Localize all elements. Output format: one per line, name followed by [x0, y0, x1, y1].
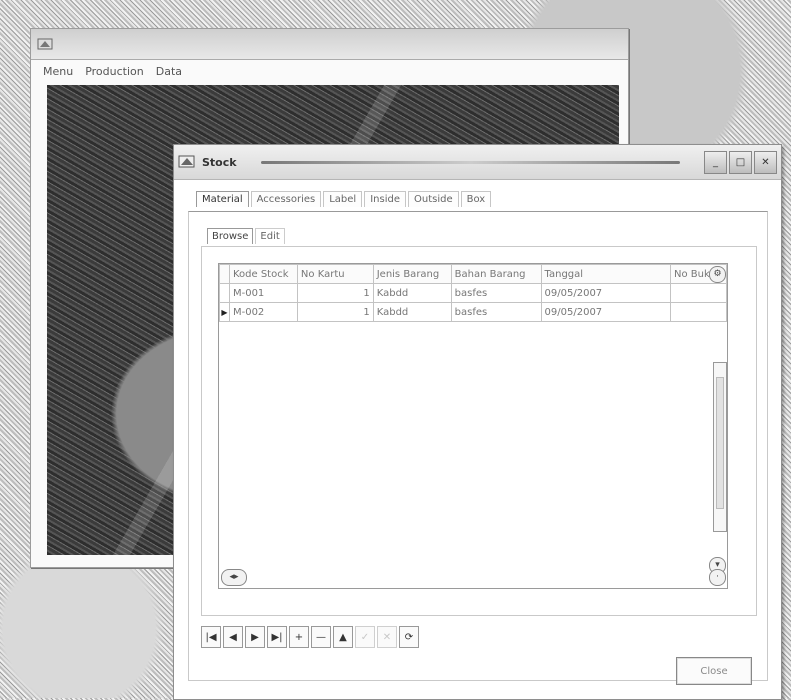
- table-header-row: Kode Stock No Kartu Jenis Barang Bahan B…: [219, 264, 727, 284]
- row-indicator-header: [219, 264, 230, 284]
- main-tabs: Material Accessories Label Inside Outsid…: [196, 191, 493, 207]
- stock-dialog: Stock _ □ ✕ Material Accessories Label I…: [173, 144, 782, 700]
- table-cell[interactable]: Kabdd: [372, 302, 452, 322]
- menubar: Menu Production Data: [31, 60, 628, 82]
- minimize-button[interactable]: _: [704, 150, 727, 174]
- table-cell[interactable]: Kabdd: [372, 283, 452, 303]
- insert-record-button[interactable]: +: [289, 626, 309, 648]
- app-icon: [178, 155, 195, 168]
- cancel-record-button[interactable]: ✕: [377, 626, 397, 648]
- last-record-button[interactable]: ▶|: [267, 626, 287, 648]
- table-cell[interactable]: M-001: [228, 283, 298, 303]
- edit-record-button[interactable]: ▲: [333, 626, 353, 648]
- table-cell[interactable]: [670, 283, 727, 303]
- menu-item-menu[interactable]: Menu: [43, 65, 73, 78]
- window-controls: _ □ ✕: [704, 150, 777, 174]
- tab-box[interactable]: Box: [460, 191, 492, 207]
- row-indicator: [219, 283, 230, 303]
- stock-grid[interactable]: Kode Stock No Kartu Jenis Barang Bahan B…: [218, 263, 728, 589]
- table-cell[interactable]: [670, 302, 727, 322]
- row-indicator: ▶: [219, 302, 230, 322]
- tab-outside[interactable]: Outside: [408, 191, 459, 207]
- refresh-button[interactable]: ⟳: [399, 626, 419, 648]
- menu-item-data[interactable]: Data: [156, 65, 182, 78]
- main-window-titlebar[interactable]: [31, 29, 628, 60]
- close-window-button[interactable]: ✕: [754, 150, 777, 174]
- stock-table: Kode Stock No Kartu Jenis Barang Bahan B…: [219, 264, 727, 322]
- column-chooser-icon[interactable]: ⚙: [709, 266, 726, 283]
- prior-record-button[interactable]: ◀: [223, 626, 243, 648]
- tab-page-material: Browse Edit Kode Stock No Kartu Jenis Ba…: [188, 211, 768, 681]
- table-row[interactable]: ▶ M-002 1 Kabdd basfes 09/05/2007: [219, 302, 727, 322]
- dialog-title: Stock: [202, 155, 237, 169]
- next-record-button[interactable]: ▶: [245, 626, 265, 648]
- table-cell[interactable]: basfes: [450, 283, 542, 303]
- sub-tabs: Browse Edit: [207, 228, 287, 244]
- maximize-icon: □: [735, 156, 746, 168]
- tab-inside[interactable]: Inside: [364, 191, 406, 207]
- delete-record-button[interactable]: —: [311, 626, 331, 648]
- minimize-icon: _: [713, 156, 718, 168]
- maximize-button[interactable]: □: [729, 150, 752, 174]
- table-cell[interactable]: 1: [296, 302, 374, 322]
- table-cell[interactable]: 09/05/2007: [540, 283, 672, 303]
- table-cell[interactable]: basfes: [450, 302, 542, 322]
- tab-label[interactable]: Label: [323, 191, 363, 207]
- tab-material[interactable]: Material: [196, 191, 249, 207]
- vertical-scrollbar[interactable]: [713, 362, 727, 532]
- title-divider: [260, 160, 680, 164]
- scrollbar-thumb[interactable]: [716, 377, 724, 509]
- tab-accessories[interactable]: Accessories: [250, 191, 322, 207]
- first-record-button[interactable]: |◀: [201, 626, 221, 648]
- browse-page: Kode Stock No Kartu Jenis Barang Bahan B…: [201, 246, 757, 616]
- table-cell[interactable]: M-002: [228, 302, 298, 322]
- grid-corner-icon: ·: [709, 569, 726, 586]
- close-button[interactable]: Close: [676, 657, 752, 685]
- app-icon: [37, 38, 53, 50]
- table-cell[interactable]: 09/05/2007: [540, 302, 672, 322]
- column-header[interactable]: Tanggal: [540, 264, 672, 284]
- column-header[interactable]: Jenis Barang: [372, 264, 452, 284]
- record-navigator: |◀ ◀ ▶ ▶| + — ▲ ✓ ✕ ⟳: [201, 626, 419, 648]
- menu-item-production[interactable]: Production: [85, 65, 144, 78]
- horizontal-scroll-icon[interactable]: ◂▸: [221, 569, 247, 586]
- tab-browse[interactable]: Browse: [207, 228, 254, 244]
- column-header[interactable]: No Kartu: [296, 264, 374, 284]
- dialog-titlebar[interactable]: Stock _ □ ✕: [174, 145, 781, 180]
- column-header[interactable]: Kode Stock: [228, 264, 298, 284]
- column-header[interactable]: Bahan Barang: [450, 264, 542, 284]
- close-icon: ✕: [761, 156, 770, 168]
- table-row[interactable]: M-001 1 Kabdd basfes 09/05/2007: [219, 283, 727, 303]
- tab-edit[interactable]: Edit: [255, 228, 285, 244]
- table-cell[interactable]: 1: [296, 283, 374, 303]
- post-record-button[interactable]: ✓: [355, 626, 375, 648]
